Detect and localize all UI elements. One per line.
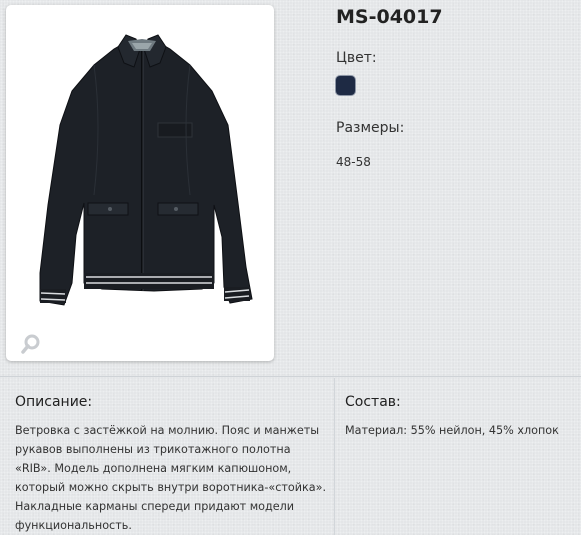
magnifier-icon[interactable] — [20, 333, 42, 355]
product-photo-card[interactable] — [6, 5, 274, 361]
column-divider — [334, 378, 335, 535]
composition-title: Состав: — [345, 394, 401, 410]
description-title: Описание: — [15, 394, 93, 410]
composition-text: Материал: 55% нейлон, 45% хлопок — [345, 424, 559, 437]
description-text: Ветровка с застёжкой на молнию. Пояс и м… — [15, 424, 327, 532]
sizes-value: 48-58 — [336, 155, 371, 169]
product-title: MS-04017 — [336, 6, 443, 28]
jacket-photo[interactable] — [6, 5, 274, 361]
sizes-label: Размеры: — [336, 120, 405, 136]
color-swatch[interactable] — [336, 76, 355, 95]
section-divider — [0, 376, 581, 377]
color-label: Цвет: — [336, 50, 377, 66]
